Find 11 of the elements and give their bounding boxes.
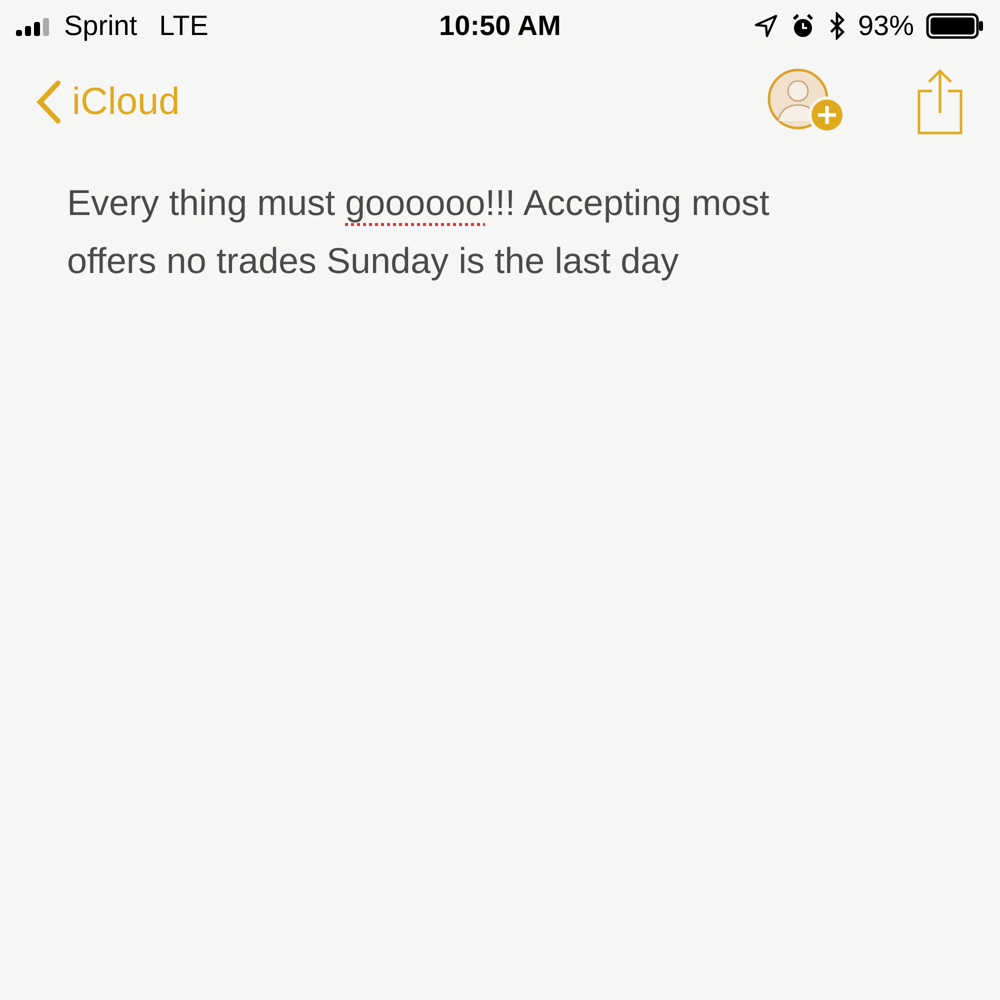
chevron-left-icon <box>36 80 62 124</box>
battery-percent: 93% <box>858 10 914 42</box>
battery-icon <box>926 13 984 39</box>
share-icon[interactable] <box>916 69 964 135</box>
carrier-name: Sprint <box>64 10 138 42</box>
location-arrow-icon <box>754 14 778 38</box>
note-text[interactable]: Every thing must goooooo!!! Accepting most offers no trades Sunday is the last day <box>67 174 847 290</box>
network-type: LTE <box>159 10 208 42</box>
clock-time: 10:50 AM <box>439 10 561 42</box>
bluetooth-icon <box>828 12 846 40</box>
signal-icon <box>16 16 52 36</box>
